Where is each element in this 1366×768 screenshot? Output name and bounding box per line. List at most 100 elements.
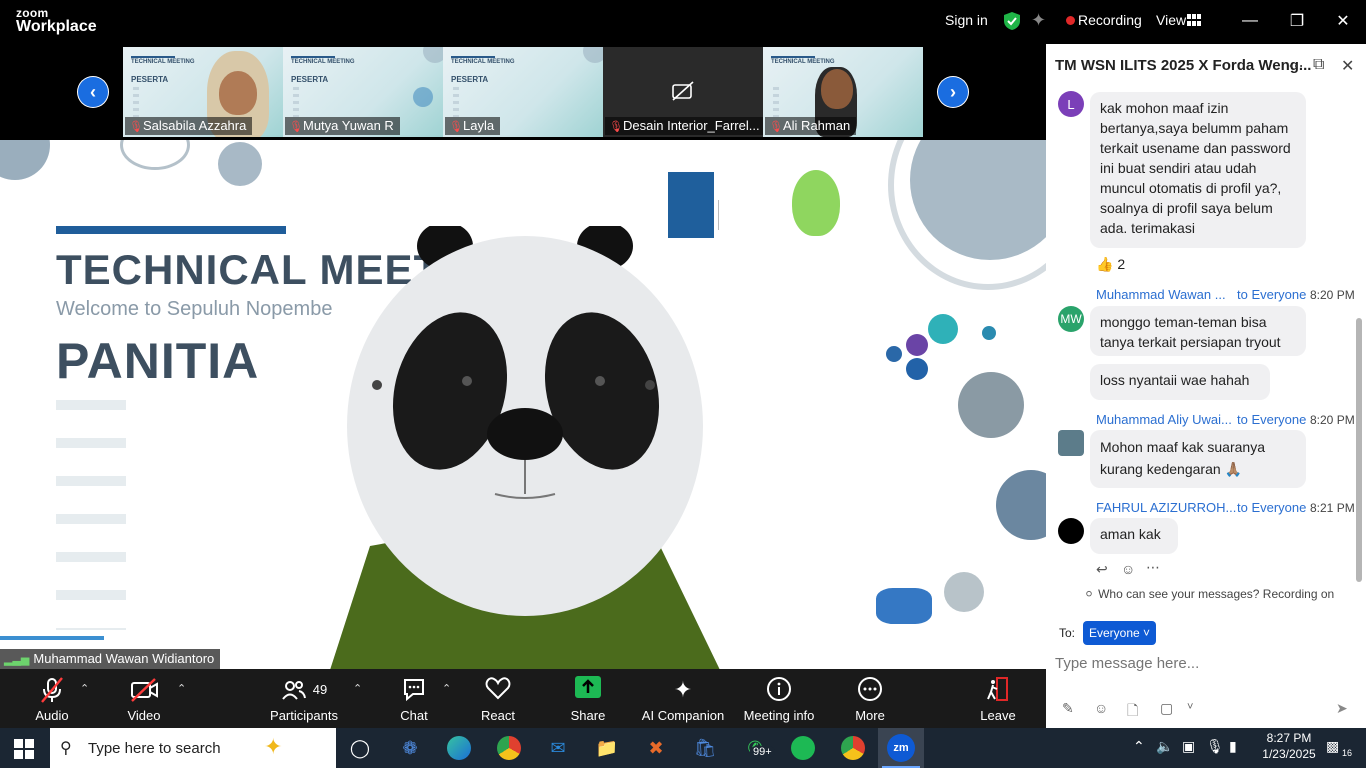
recipient-dropdown[interactable]: Everyone ˅ bbox=[1083, 621, 1156, 645]
chat-message[interactable]: kak mohon maaf izin bertanya,saya belumm… bbox=[1090, 92, 1306, 248]
more-button[interactable]: More bbox=[825, 676, 915, 723]
thumbs-up-reaction[interactable]: 👍 2 bbox=[1096, 256, 1125, 273]
participants-options-caret-icon[interactable]: ⌃ bbox=[353, 682, 362, 695]
spotify-icon[interactable] bbox=[788, 734, 818, 762]
chat-message[interactable]: aman kak bbox=[1090, 518, 1178, 554]
more-dots-icon bbox=[857, 676, 883, 704]
participant-name: 🎙Mutya Yuwan R bbox=[285, 117, 400, 135]
chrome-icon[interactable] bbox=[494, 734, 524, 762]
mic-muted-icon: 🎙 bbox=[129, 121, 143, 133]
mic-muted-icon bbox=[38, 676, 66, 704]
file-explorer-icon[interactable]: 📁 bbox=[592, 734, 622, 762]
video-button[interactable]: Video bbox=[99, 676, 189, 723]
mail-icon[interactable]: ✉ bbox=[543, 734, 573, 762]
strip-prev-button[interactable]: ‹ bbox=[77, 76, 109, 108]
video-options-caret-icon[interactable]: ⌃ bbox=[177, 682, 186, 695]
more-options-icon[interactable]: ⋯ bbox=[1288, 56, 1304, 76]
screenshot-options-caret-icon[interactable]: ˅ bbox=[1187, 701, 1193, 713]
volume-icon[interactable]: 🔈 bbox=[1156, 738, 1173, 755]
chat-message[interactable]: monggo teman-teman bisa tanya terkait pe… bbox=[1090, 306, 1306, 356]
chevron-right-icon: › bbox=[938, 77, 968, 107]
participant-name: 🎙Ali Rahman bbox=[765, 117, 857, 135]
chat-options-caret-icon[interactable]: ⌃ bbox=[442, 682, 451, 695]
maximize-icon[interactable]: ❐ bbox=[1285, 10, 1309, 32]
close-chat-icon[interactable]: ✕ bbox=[1341, 56, 1354, 76]
avatar: MW bbox=[1058, 306, 1084, 332]
taskbar-search-box[interactable]: ⚲ Type here to search ✦ bbox=[50, 728, 336, 768]
participant-tile[interactable]: TECHNICAL MEETING 🎙Ali Rahman bbox=[763, 47, 923, 137]
grid-view-icon[interactable] bbox=[1187, 13, 1201, 26]
xampp-icon[interactable]: ✖ bbox=[641, 734, 671, 762]
view-menu[interactable]: View bbox=[1156, 12, 1186, 28]
mic-muted-icon: 🎙 bbox=[449, 121, 463, 133]
store-icon[interactable]: 🛍 bbox=[690, 734, 720, 762]
pop-out-icon[interactable]: ⧉ bbox=[1313, 56, 1324, 74]
ai-companion-button[interactable]: ✦ AI Companion bbox=[638, 676, 728, 723]
avatar: L bbox=[1058, 91, 1084, 117]
message-recipient: to Everyone bbox=[1237, 287, 1307, 302]
participant-name: 🎙Layla bbox=[445, 117, 501, 135]
reply-icon[interactable]: ↩ bbox=[1096, 561, 1108, 578]
participants-button[interactable]: 49 Participants bbox=[259, 676, 349, 723]
participant-tile[interactable]: TECHNICAL MEETING PESERTA 🎙Layla bbox=[443, 47, 603, 137]
privacy-info-icon: ⚪ bbox=[1084, 587, 1095, 601]
add-reaction-icon[interactable]: ☺ bbox=[1121, 561, 1135, 577]
ai-sparkle-icon[interactable]: ✦ bbox=[1031, 10, 1046, 31]
share-screen-icon bbox=[575, 676, 601, 704]
screenshot-icon[interactable]: ▢ bbox=[1160, 700, 1173, 717]
participant-name: 🎙Desain Interior_Farrel... bbox=[605, 117, 763, 135]
signal-bars-icon: ▂▃▅ bbox=[4, 654, 30, 666]
tray-chevron-up-icon[interactable]: ⌃ bbox=[1133, 738, 1145, 755]
react-button[interactable]: React bbox=[453, 676, 543, 723]
leave-button[interactable]: Leave bbox=[953, 676, 1043, 723]
chat-scrollbar[interactable] bbox=[1356, 318, 1362, 582]
message-recipient: to Everyone bbox=[1237, 500, 1307, 515]
microphone-icon[interactable]: 🎙 bbox=[1206, 738, 1224, 755]
security-shield-icon[interactable] bbox=[1003, 11, 1021, 31]
chat-message[interactable]: loss nyantaii wae hahah bbox=[1090, 364, 1270, 400]
edge-browser-icon[interactable] bbox=[444, 734, 474, 762]
task-view-icon[interactable]: ◯ bbox=[345, 734, 375, 762]
message-more-icon[interactable]: ⋯ bbox=[1146, 559, 1160, 576]
message-sender[interactable]: Muhammad Wawan ... bbox=[1096, 287, 1226, 302]
strip-next-button[interactable]: › bbox=[937, 76, 969, 108]
chat-message[interactable]: Mohon maaf kak suaranya kurang kedengara… bbox=[1090, 430, 1306, 488]
zoom-taskbar-button[interactable]: zm bbox=[878, 728, 924, 768]
format-text-icon[interactable]: ✎ bbox=[1062, 700, 1074, 717]
to-label: To: bbox=[1059, 626, 1076, 640]
participant-tile[interactable]: 🎙Desain Interior_Farrel... bbox=[603, 47, 763, 137]
participants-icon: 49 bbox=[281, 676, 327, 704]
minimize-icon[interactable]: — bbox=[1238, 10, 1262, 32]
search-icon: ⚲ bbox=[60, 740, 72, 757]
message-sender[interactable]: Muhammad Aliy Uwai... bbox=[1096, 412, 1232, 427]
privacy-note[interactable]: ⚪ Who can see your messages? Recording on bbox=[1084, 587, 1334, 601]
chrome-profile-icon[interactable] bbox=[838, 734, 868, 762]
notification-center-icon[interactable]: ▩ bbox=[1326, 738, 1339, 755]
attach-file-icon[interactable]: 🗋 bbox=[1127, 700, 1138, 724]
chevron-down-icon: ˅ bbox=[1143, 626, 1151, 640]
participant-tile[interactable]: TECHNICAL MEETING PESERTA 🎙Salsabila Azz… bbox=[123, 47, 283, 137]
video-off-icon bbox=[129, 676, 159, 704]
meeting-info-button[interactable]: Meeting info bbox=[734, 676, 824, 723]
slide-role-label: PANITIA bbox=[56, 333, 260, 389]
meet-now-icon[interactable]: ▣ bbox=[1182, 738, 1195, 755]
send-icon[interactable]: ➤ bbox=[1336, 700, 1348, 717]
battery-icon[interactable]: ▮ bbox=[1229, 738, 1237, 755]
search-highlight-icon: ✦ bbox=[264, 734, 283, 759]
taskbar-clock[interactable]: 8:27 PM 1/23/2025 bbox=[1258, 731, 1320, 761]
participant-tile[interactable]: TECHNICAL MEETING PESERTA 🎙Mutya Yuwan R bbox=[283, 47, 443, 137]
avatar bbox=[1058, 430, 1084, 456]
emoji-icon[interactable]: ☺ bbox=[1094, 700, 1108, 716]
close-window-icon[interactable]: ✕ bbox=[1331, 10, 1355, 32]
copilot-icon[interactable]: ❁ bbox=[395, 734, 425, 762]
chat-message-input[interactable] bbox=[1055, 653, 1345, 673]
audio-options-caret-icon[interactable]: ⌃ bbox=[80, 682, 89, 695]
sign-in-link[interactable]: Sign in bbox=[945, 12, 988, 28]
message-sender[interactable]: FAHRUL AZIZURROH... bbox=[1096, 500, 1236, 515]
chevron-left-icon: ‹ bbox=[78, 77, 108, 107]
share-button[interactable]: Share bbox=[543, 676, 633, 723]
recording-indicator[interactable]: Recording bbox=[1078, 12, 1142, 28]
slide-welcome-text: Welcome to Sepuluh Nopembe bbox=[56, 298, 333, 320]
mic-muted-icon: 🎙 bbox=[769, 121, 783, 133]
windows-start-icon[interactable] bbox=[14, 739, 34, 764]
